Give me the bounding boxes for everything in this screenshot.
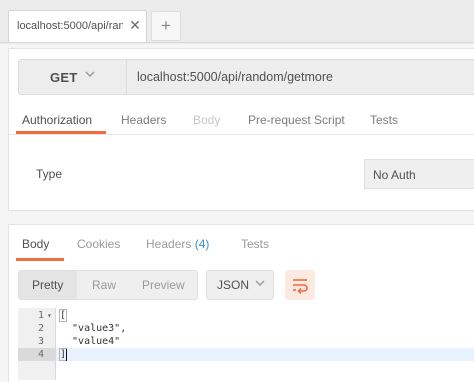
- response-tab-headers-label: Headers: [146, 237, 192, 251]
- view-pretty-button[interactable]: Pretty: [32, 278, 63, 292]
- chevron-down-icon: [84, 68, 96, 83]
- code-line: "value4": [60, 336, 121, 347]
- line-number: 4: [37, 349, 44, 360]
- wrap-lines-icon: [293, 279, 308, 294]
- headers-count-badge: (4): [194, 237, 210, 251]
- tab-authorization[interactable]: Authorization: [22, 113, 92, 127]
- text-cursor: [66, 349, 67, 361]
- tab-pre-request-script[interactable]: Pre-request Script: [248, 113, 345, 127]
- view-preview-button[interactable]: Preview: [142, 278, 185, 292]
- response-tab-body[interactable]: Body: [22, 237, 49, 251]
- line-number: 1: [37, 310, 44, 321]
- code-line: [: [58, 309, 68, 322]
- auth-type-label: Type: [36, 167, 63, 181]
- response-tab-tests[interactable]: Tests: [241, 237, 269, 251]
- line-number: 2: [37, 323, 44, 334]
- close-icon[interactable]: ✕: [128, 17, 142, 33]
- add-tab-button[interactable]: +: [151, 11, 181, 41]
- response-tab-indicator: [16, 258, 64, 261]
- view-raw-button[interactable]: Raw: [92, 278, 116, 292]
- fold-arrow-icon[interactable]: ▾: [47, 309, 52, 322]
- line-number: 3: [37, 336, 44, 347]
- response-tab-cookies[interactable]: Cookies: [77, 237, 120, 251]
- chevron-down-icon: [254, 277, 266, 292]
- tab-strip-divider: [0, 42, 474, 43]
- active-line-highlight: [56, 348, 474, 361]
- code-line: "value3",: [60, 323, 127, 334]
- tab-tests[interactable]: Tests: [370, 113, 398, 127]
- wrap-lines-button[interactable]: [285, 270, 315, 300]
- request-tab-label: localhost:5000/api/random/getmore: [17, 20, 123, 32]
- request-tab[interactable]: localhost:5000/api/random/getmore ✕: [8, 10, 147, 42]
- method-select[interactable]: GET: [18, 59, 126, 95]
- method-label: GET: [50, 70, 78, 85]
- url-input[interactable]: localhost:5000/api/random/getmore: [137, 70, 333, 84]
- url-divider: [126, 60, 127, 94]
- response-tab-headers[interactable]: Headers (4): [146, 237, 209, 251]
- format-label: JSON: [217, 278, 250, 292]
- tab-headers[interactable]: Headers: [121, 113, 166, 127]
- active-tab-indicator: [16, 131, 106, 134]
- auth-type-value: No Auth: [373, 168, 416, 182]
- code-line-text: [: [58, 309, 68, 322]
- tab-body[interactable]: Body: [193, 113, 220, 127]
